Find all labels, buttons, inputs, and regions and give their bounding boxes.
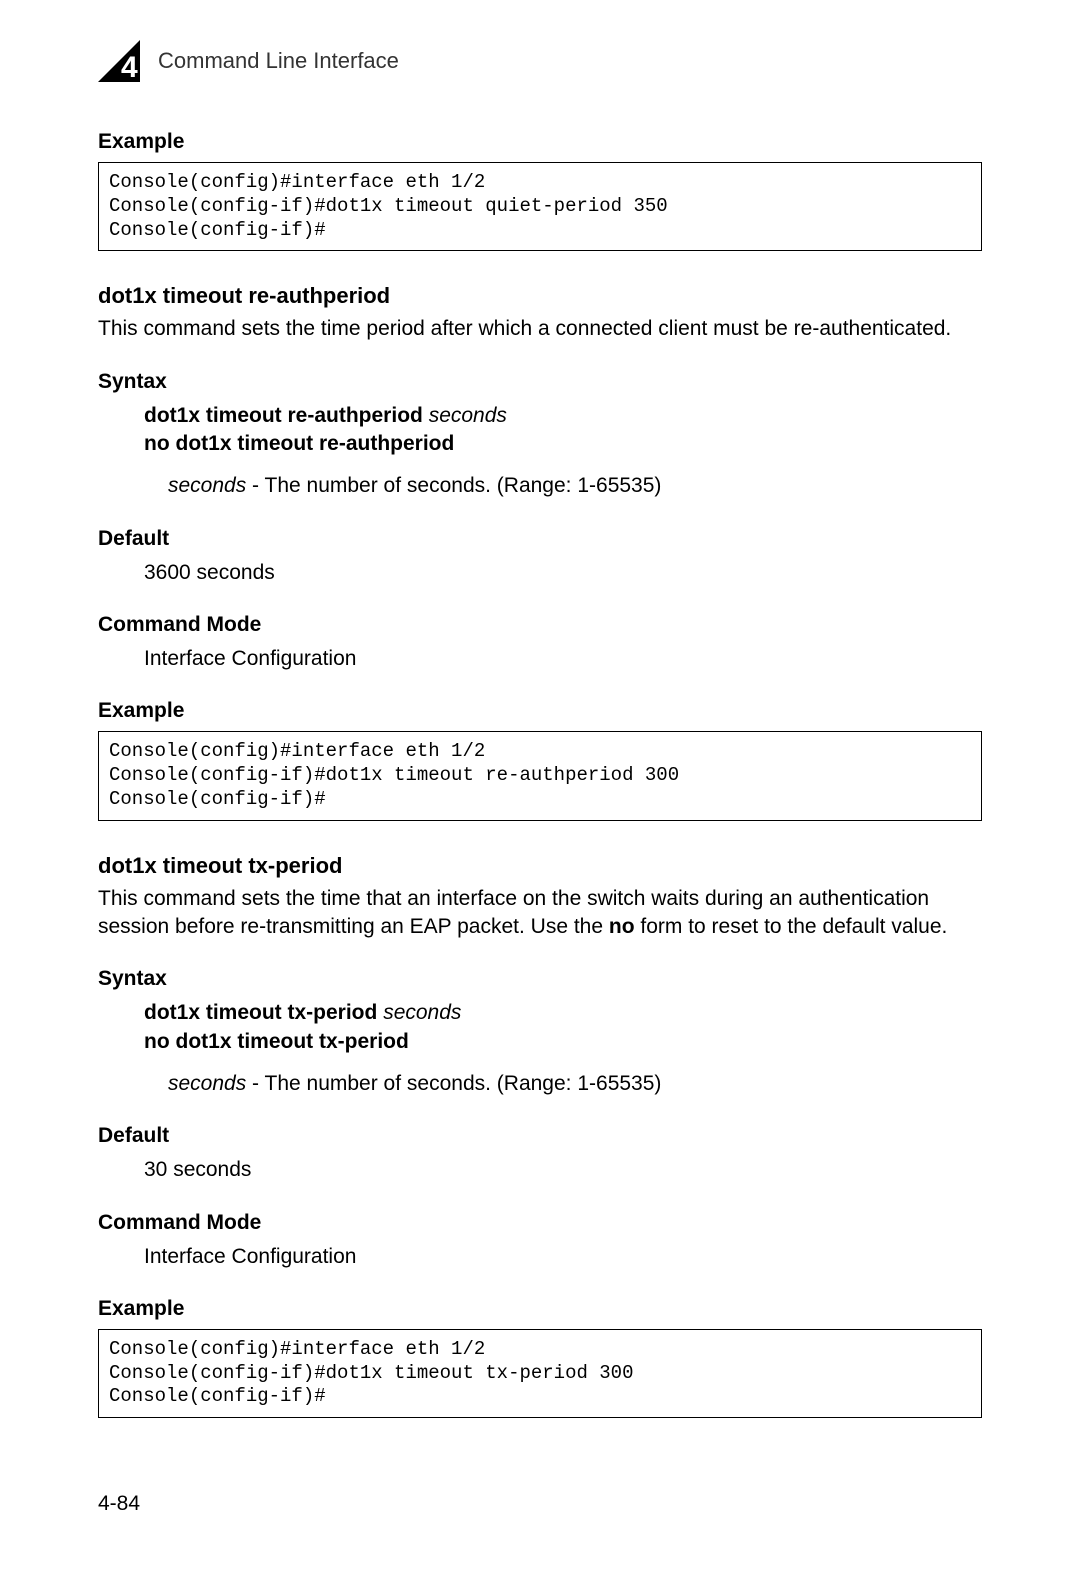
command-title-reauthperiod: dot1x timeout re-authperiod <box>98 283 982 309</box>
syntax-command-1: dot1x timeout re-authperiod seconds <box>144 402 982 430</box>
page-header: 4 Command Line Interface <box>98 40 982 82</box>
example-heading-0: Example <box>98 130 982 154</box>
syntax-no-form-2: no dot1x timeout tx-period <box>144 1028 982 1056</box>
code-example-0: Console(config)#interface eth 1/2 Consol… <box>98 162 982 251</box>
syntax-cmd-param-2: seconds <box>383 1001 461 1024</box>
desc2-post: form to reset to the default value. <box>635 915 948 938</box>
example-heading-1: Example <box>98 699 982 723</box>
syntax-cmd-bold-2: dot1x timeout tx-period <box>144 1001 377 1024</box>
default-value-1: 3600 seconds <box>144 559 982 587</box>
syntax-heading-1: Syntax <box>98 370 982 394</box>
chapter-title: Command Line Interface <box>158 48 399 74</box>
mode-heading-2: Command Mode <box>98 1211 982 1235</box>
mode-value-1: Interface Configuration <box>144 645 982 673</box>
example-heading-2: Example <box>98 1297 982 1321</box>
chapter-number-text: 4 <box>121 51 138 82</box>
code-example-1: Console(config)#interface eth 1/2 Consol… <box>98 731 982 820</box>
param-name-1: seconds <box>168 474 246 497</box>
param-desc-1: - The number of seconds. (Range: 1-65535… <box>246 474 661 497</box>
syntax-heading-2: Syntax <box>98 967 982 991</box>
code-example-2: Console(config)#interface eth 1/2 Consol… <box>98 1329 982 1418</box>
syntax-cmd-bold-1: dot1x timeout re-authperiod <box>144 404 423 427</box>
chapter-number-icon: 4 <box>98 40 140 82</box>
syntax-cmd-param-1: seconds <box>429 404 507 427</box>
mode-heading-1: Command Mode <box>98 613 982 637</box>
syntax-no-form-1: no dot1x timeout re-authperiod <box>144 430 982 458</box>
command-title-txperiod: dot1x timeout tx-period <box>98 853 982 879</box>
mode-value-2: Interface Configuration <box>144 1243 982 1271</box>
param-desc-2: - The number of seconds. (Range: 1-65535… <box>246 1072 661 1095</box>
param-name-2: seconds <box>168 1072 246 1095</box>
command-description-2: This command sets the time that an inter… <box>98 885 982 942</box>
param-description-1: seconds - The number of seconds. (Range:… <box>168 472 982 500</box>
syntax-command-2: dot1x timeout tx-period seconds <box>144 999 982 1027</box>
desc2-no: no <box>609 915 635 938</box>
default-heading-2: Default <box>98 1124 982 1148</box>
command-description-1: This command sets the time period after … <box>98 315 982 343</box>
default-heading-1: Default <box>98 527 982 551</box>
param-description-2: seconds - The number of seconds. (Range:… <box>168 1070 982 1098</box>
default-value-2: 30 seconds <box>144 1156 982 1184</box>
page-number: 4-84 <box>98 1492 140 1516</box>
